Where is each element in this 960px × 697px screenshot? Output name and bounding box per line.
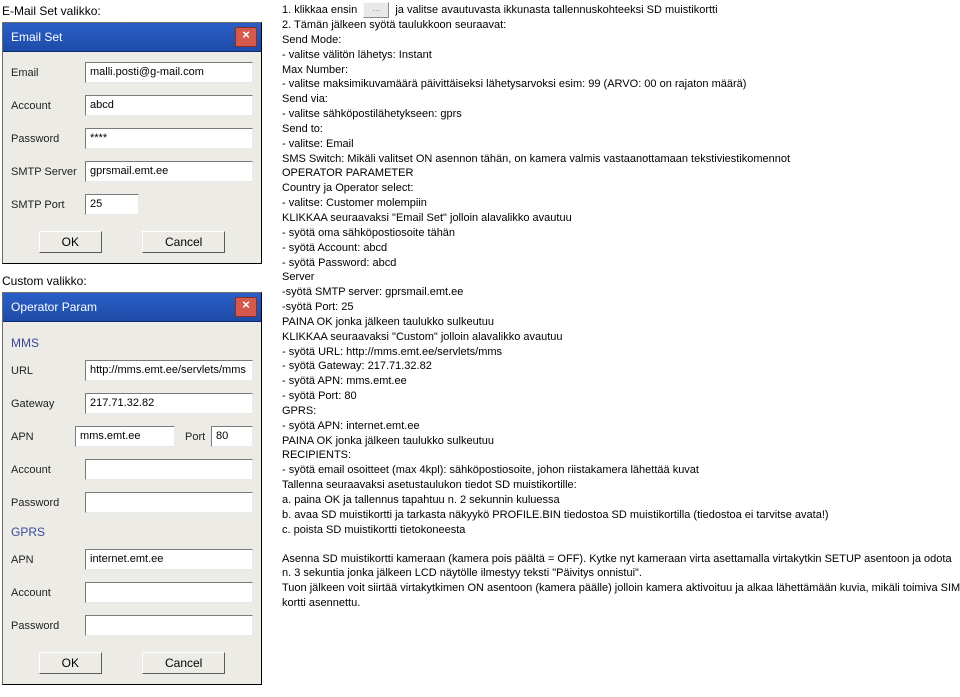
instruction-line: - syötä Account: abcd [282,241,960,256]
email-set-body: Email malli.posti@g-mail.com Account abc… [3,52,261,263]
instruction-line: Tallenna seuraavaksi asetustaulukon tied… [282,478,960,493]
gprs-heading: GPRS [11,525,253,539]
mms-account-field[interactable] [85,459,253,480]
instruction-list-a: Send Mode: - valitse välitön lähetys: In… [282,33,960,538]
operator-title: Operator Param [11,300,235,314]
instruction-line: - valitse välitön lähetys: Instant [282,48,960,63]
url-field[interactable]: http://mms.emt.ee/servlets/mms [85,360,253,381]
instruction-list-b: Asenna SD muistikortti kameraan (kamera … [282,552,960,611]
port-field[interactable]: 80 [211,426,253,447]
operator-titlebar: Operator Param × [3,293,261,322]
instruction-line: Asenna SD muistikortti kameraan (kamera … [282,552,960,582]
label-gprs-account: Account [11,587,85,599]
label-mms-password: Password [11,497,85,509]
email-set-window: Email Set × Email malli.posti@g-mail.com… [2,22,262,264]
label-smtp-port: SMTP Port [11,199,85,211]
apn-field[interactable]: mms.emt.ee [75,426,175,447]
email-set-caption: E-Mail Set valikko: [2,4,272,18]
password-field[interactable]: **** [85,128,253,149]
mms-password-field[interactable] [85,492,253,513]
instruction-line: - syötä email osoitteet (max 4kpl): sähk… [282,463,960,478]
instruction-line: - syötä Gateway: 217.71.32.82 [282,359,960,374]
instruction-line: Server [282,270,960,285]
instruction-line: - syötä APN: internet.emt.ee [282,419,960,434]
email-set-titlebar: Email Set × [3,23,261,52]
instruction-line: a. paina OK ja tallennus tapahtuu n. 2 s… [282,493,960,508]
instruction-line: - valitse maksimikuvamäärä päivittäiseks… [282,77,960,92]
gprs-account-field[interactable] [85,582,253,603]
mms-heading: MMS [11,336,253,350]
email-set-title: Email Set [11,30,235,44]
operator-body: MMS URL http://mms.emt.ee/servlets/mms G… [3,322,261,684]
instruction-line: - syötä APN: mms.emt.ee [282,374,960,389]
instruction-line: Max Number: [282,63,960,78]
instruction-line: SMS Switch: Mikäli valitset ON asennon t… [282,152,960,167]
instruction-line: c. poista SD muistikortti tietokoneesta [282,523,960,538]
instruction-line: -syötä Port: 25 [282,300,960,315]
instruction-line: GPRS: [282,404,960,419]
instruction-line: Send via: [282,92,960,107]
instruction-line: Send to: [282,122,960,137]
instruction-line: Send Mode: [282,33,960,48]
custom-caption: Custom valikko: [2,274,272,288]
label-mms-account: Account [11,464,85,476]
instruction-line: KLIKKAA seuraavaksi "Custom" jolloin ala… [282,330,960,345]
instruction-line: OPERATOR PARAMETER [282,166,960,181]
instructions: 1. klikkaa ensin … ja valitse avautuvast… [272,2,960,695]
ok-button[interactable]: OK [39,231,102,253]
smtp-server-field[interactable]: gprsmail.emt.ee [85,161,253,182]
label-apn: APN [11,431,75,443]
step-1: 1. klikkaa ensin … ja valitse avautuvast… [282,2,960,18]
instruction-line: - syötä Port: 80 [282,389,960,404]
cancel-button[interactable]: Cancel [142,231,225,253]
instruction-line: Tuon jälkeen voit siirtää virtakytkimen … [282,581,960,611]
load-icon: … [363,2,389,18]
instruction-line: - valitse: Email [282,137,960,152]
label-gateway: Gateway [11,398,85,410]
instruction-line: - valitse sähköpostilähetykseen: gprs [282,107,960,122]
label-email: Email [11,67,85,79]
instruction-line: PAINA OK jonka jälkeen taulukko sulkeutu… [282,315,960,330]
label-url: URL [11,365,85,377]
instruction-line: - valitse: Customer molempiin [282,196,960,211]
smtp-port-field[interactable]: 25 [85,194,139,215]
label-gprs-apn: APN [11,554,85,566]
email-field[interactable]: malli.posti@g-mail.com [85,62,253,83]
operator-window: Operator Param × MMS URL http://mms.emt.… [2,292,262,685]
left-column: E-Mail Set valikko: Email Set × Email ma… [2,2,272,695]
instruction-line: b. avaa SD muistikortti ja tarkasta näky… [282,508,960,523]
step-2: 2. Tämän jälkeen syötä taulukkoon seuraa… [282,18,960,33]
instruction-line: -syötä SMTP server: gprsmail.emt.ee [282,285,960,300]
gateway-field[interactable]: 217.71.32.82 [85,393,253,414]
instruction-line: - syötä oma sähköpostiosoite tähän [282,226,960,241]
instruction-line: Country ja Operator select: [282,181,960,196]
label-smtp-server: SMTP Server [11,166,85,178]
close-icon[interactable]: × [235,297,257,317]
label-password: Password [11,133,85,145]
ok-button[interactable]: OK [39,652,102,674]
instruction-line: - syötä Password: abcd [282,256,960,271]
instruction-line: PAINA OK jonka jälkeen taulukko sulkeutu… [282,434,960,449]
label-port: Port [185,431,211,443]
instruction-line: RECIPIENTS: [282,448,960,463]
instruction-line: KLIKKAA seuraavaksi "Email Set" jolloin … [282,211,960,226]
gprs-apn-field[interactable]: internet.emt.ee [85,549,253,570]
step-1-b: ja valitse avautuvasta ikkunasta tallenn… [395,4,717,16]
step-1-a: 1. klikkaa ensin [282,4,357,16]
label-account: Account [11,100,85,112]
cancel-button[interactable]: Cancel [142,652,225,674]
instruction-line: - syötä URL: http://mms.emt.ee/servlets/… [282,345,960,360]
account-field[interactable]: abcd [85,95,253,116]
close-icon[interactable]: × [235,27,257,47]
gprs-password-field[interactable] [85,615,253,636]
label-gprs-password: Password [11,620,85,632]
